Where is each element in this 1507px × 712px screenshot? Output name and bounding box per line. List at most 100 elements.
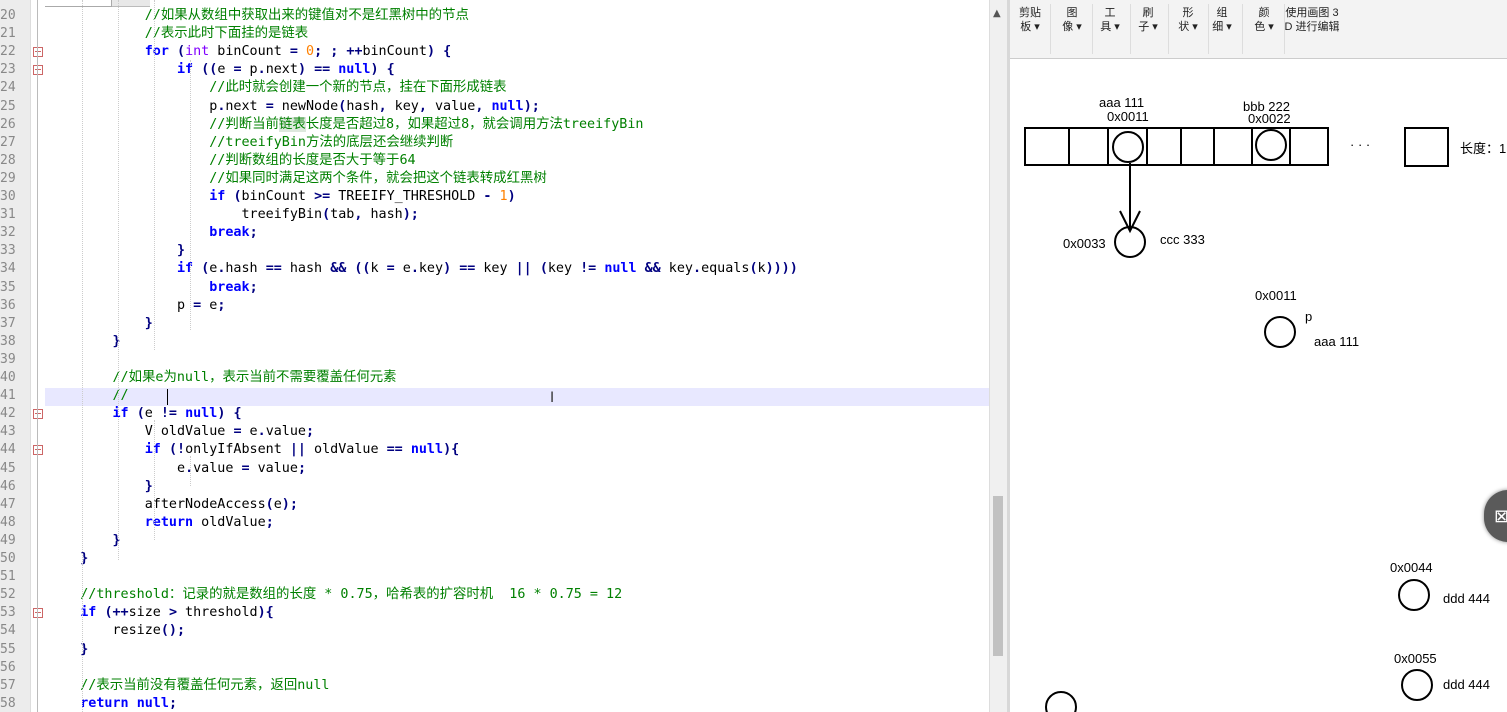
- current-line-highlight: [45, 388, 989, 406]
- fold-toggle-icon[interactable]: [33, 608, 43, 618]
- d2-address: 0x0055: [1394, 651, 1437, 666]
- code-line[interactable]: p = e;: [48, 297, 225, 315]
- code-line[interactable]: break;: [48, 224, 257, 242]
- code-line[interactable]: if ((e = p.next) == null) {: [48, 61, 395, 79]
- code-line[interactable]: //如果同时满足这两个条件，就会把这个链表转成红黑树: [48, 170, 547, 188]
- code-line[interactable]: resize();: [48, 622, 185, 640]
- array-node-bbb: [1255, 129, 1287, 161]
- code-line[interactable]: treeifyBin(tab, hash);: [48, 206, 418, 224]
- p-label: aaa 111: [1314, 334, 1360, 349]
- ribbon-button-7[interactable]: 使用画图 3 D 进行编辑: [1282, 2, 1342, 56]
- ribbon-separator: [1130, 4, 1131, 54]
- code-line[interactable]: V oldValue = e.value;: [48, 423, 314, 441]
- line-number: 41: [0, 388, 16, 403]
- code-line[interactable]: //: [48, 387, 129, 405]
- ribbon-button-3[interactable]: 刷子 ▾: [1134, 2, 1162, 56]
- ribbon-label-line2: D 进行编辑: [1284, 21, 1340, 33]
- indent-guide: [118, 0, 119, 560]
- ribbon-button-4[interactable]: 形状 ▾: [1174, 2, 1202, 56]
- line-number: 21: [0, 26, 16, 41]
- line-number: 35: [0, 280, 16, 295]
- code-line[interactable]: }: [48, 333, 121, 351]
- line-number: 37: [0, 316, 16, 331]
- d2-label: ddd 444: [1443, 677, 1490, 692]
- node-d1: [1398, 579, 1430, 611]
- line-number: 25: [0, 99, 16, 114]
- ribbon-button-2[interactable]: 工具 ▾: [1096, 2, 1124, 56]
- code-line[interactable]: afterNodeAccess(e);: [48, 496, 298, 514]
- line-number: 48: [0, 515, 16, 530]
- line-number: 52: [0, 587, 16, 602]
- scroll-up-arrow-icon[interactable]: ▲: [993, 8, 1001, 19]
- code-line[interactable]: }: [48, 242, 185, 260]
- code-line[interactable]: for (int binCount = 0; ; ++binCount) {: [48, 43, 451, 61]
- ribbon-label-line2: 色 ▾: [1254, 21, 1274, 33]
- p-address: 0x0011: [1255, 288, 1297, 303]
- scrollbar-thumb[interactable]: [993, 496, 1003, 656]
- code-line[interactable]: if (!onlyIfAbsent || oldValue == null){: [48, 441, 459, 459]
- array-node-aaa: [1112, 131, 1144, 163]
- code-line[interactable]: //threshold：记录的就是数组的长度 * 0.75，哈希表的扩容时机 1…: [48, 586, 622, 604]
- line-number: 44: [0, 442, 16, 457]
- code-editor[interactable]: //如果从数组中获取出来的键值对不是红黑树中的节点 //表示此时下面挂的是链表 …: [0, 0, 1007, 712]
- line-number: 22: [0, 44, 16, 59]
- code-line[interactable]: }: [48, 478, 153, 496]
- text-caret: [167, 389, 168, 405]
- ribbon-button-0[interactable]: 剪贴板 ▾: [1016, 2, 1044, 56]
- paint-canvas[interactable]: aaa 111 0x0011 bbb 222 0x0022 · · · 长度：1…: [1010, 59, 1507, 712]
- code-line[interactable]: e.value = value;: [48, 460, 306, 478]
- ribbon-button-5[interactable]: 组细 ▾: [1208, 2, 1236, 56]
- code-line[interactable]: p.next = newNode(hash, key, value, null)…: [48, 98, 540, 116]
- code-line[interactable]: //表示此时下面挂的是链表: [48, 25, 308, 43]
- fold-toggle-icon[interactable]: [33, 409, 43, 419]
- line-number: 54: [0, 623, 16, 638]
- ribbon-button-6[interactable]: 颜色 ▾: [1250, 2, 1278, 56]
- ribbon-label-line2: 状 ▾: [1178, 21, 1198, 33]
- code-line[interactable]: }: [48, 532, 121, 550]
- expand-icon: ⊠: [1494, 506, 1507, 527]
- code-line[interactable]: //表示当前没有覆盖任何元素，返回null: [48, 677, 329, 695]
- ibeam-cursor-icon: Ι: [550, 390, 555, 406]
- code-line[interactable]: if (e.hash == hash && ((k = e.key) == ke…: [48, 260, 798, 278]
- indent-guide: [190, 456, 191, 486]
- ribbon-separator: [1168, 4, 1169, 54]
- fold-toggle-icon[interactable]: [33, 445, 43, 455]
- fold-toggle-icon[interactable]: [33, 65, 43, 75]
- code-line[interactable]: }: [48, 315, 153, 333]
- node-d2: [1401, 669, 1433, 701]
- code-line[interactable]: break;: [48, 279, 257, 297]
- code-line[interactable]: return null;: [48, 695, 177, 712]
- line-number: 58: [0, 696, 16, 711]
- d1-address: 0x0044: [1390, 560, 1433, 575]
- code-line[interactable]: //判断数组的长度是否大于等于64: [48, 152, 415, 170]
- code-line[interactable]: //treeifyBin方法的底层还会继续判断: [48, 134, 453, 152]
- ribbon-label-line2: 子 ▾: [1138, 21, 1158, 33]
- code-line[interactable]: //此时就会创建一个新的节点，挂在下面形成链表: [48, 79, 506, 97]
- paint-ribbon: 剪贴板 ▾ 图像 ▾ 工具 ▾ 刷子 ▾ 形状 ▾ 组细 ▾ 颜色 ▾ 使用画图 3D 进行编…: [1010, 0, 1507, 59]
- ribbon-button-1[interactable]: 图像 ▾: [1058, 2, 1086, 56]
- ribbon-label-line1: 工: [1104, 7, 1116, 19]
- code-line[interactable]: if (e != null) {: [48, 405, 242, 423]
- line-number: 23: [0, 62, 16, 77]
- ribbon-label-line2: 像 ▾: [1062, 21, 1082, 33]
- indent-guide: [154, 0, 155, 350]
- line-number: 28: [0, 153, 16, 168]
- fold-toggle-icon[interactable]: [33, 47, 43, 57]
- code-line[interactable]: //判断当前链表长度是否超过8，如果超过8，就会调用方法treeifyBin: [48, 116, 644, 134]
- code-line[interactable]: //如果从数组中获取出来的键值对不是红黑树中的节点: [48, 7, 469, 25]
- ccc-label: ccc 333: [1160, 232, 1205, 247]
- line-number: 38: [0, 334, 16, 349]
- ribbon-label-line1: 颜: [1258, 7, 1270, 19]
- ellipsis-dots: · · ·: [1350, 137, 1371, 152]
- code-line[interactable]: //如果e为null，表示当前不需要覆盖任何元素: [48, 369, 397, 387]
- node-p: [1264, 316, 1296, 348]
- line-number: 30: [0, 189, 16, 204]
- indent-guide: [154, 420, 155, 540]
- array-outline: [1024, 127, 1329, 166]
- vertical-scrollbar[interactable]: ▲: [989, 0, 1007, 712]
- fold-margin[interactable]: [31, 0, 45, 712]
- diagram-drawing: [1024, 127, 1449, 712]
- aaa-label: aaa 111: [1099, 95, 1145, 110]
- paint-window[interactable]: 剪贴板 ▾ 图像 ▾ 工具 ▾ 刷子 ▾ 形状 ▾ 组细 ▾ 颜色 ▾ 使用画图 3D 进行编…: [1010, 0, 1507, 712]
- line-number: 55: [0, 642, 16, 657]
